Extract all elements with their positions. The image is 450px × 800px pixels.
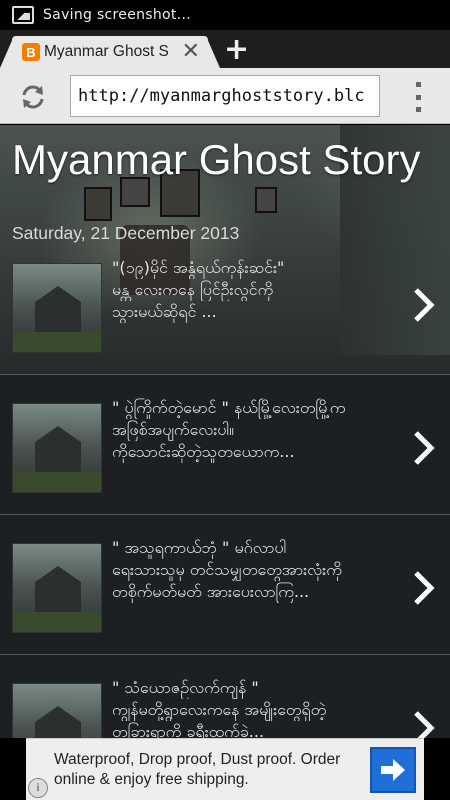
status-bar: Saving screenshot... <box>0 0 450 30</box>
close-tab-icon[interactable]: ✕ <box>182 41 200 63</box>
chevron-right-icon[interactable] <box>412 570 436 606</box>
ad-text[interactable]: Waterproof, Drop proof, Dust proof. Orde… <box>54 750 364 790</box>
overflow-menu-icon[interactable] <box>414 82 422 112</box>
post-item[interactable]: " ပွဲကြိုက်တဲ့မောင် " နယ်မြို့လေးတမြို့က… <box>0 375 450 515</box>
post-thumbnail[interactable] <box>12 543 102 633</box>
browser-toolbar: http://myanmarghoststory.blc <box>0 68 450 124</box>
ad-banner[interactable]: Waterproof, Drop proof, Dust proof. Orde… <box>26 738 424 800</box>
blog-title[interactable]: Myanmar Ghost Story <box>12 136 420 184</box>
arrow-right-icon <box>381 759 405 781</box>
blogger-icon: B <box>22 43 40 61</box>
address-bar[interactable]: http://myanmarghoststory.blc <box>70 75 380 117</box>
post-snippet[interactable]: " အသူရကာယ်ဘုံ " မဂ်လာပါ ရေးသားသူမှ တင်သမ… <box>112 537 402 603</box>
reload-icon[interactable] <box>20 84 46 110</box>
chevron-right-icon[interactable] <box>412 287 436 323</box>
ad-arrow-button[interactable] <box>370 747 416 793</box>
new-tab-icon[interactable]: + <box>224 35 249 65</box>
post-snippet[interactable]: "(၁၉)မိုင် အနွံရယ်ကုန်းဆင်း" မန္တ လေးကနေ… <box>112 257 402 323</box>
post-thumbnail[interactable] <box>12 683 102 738</box>
web-page: Myanmar Ghost Story Saturday, 21 Decembe… <box>0 125 450 738</box>
post-item[interactable]: " သံယောဇဉ်လက်ကျန် " ကျွန်မတို့ရွာလေးကနေ … <box>0 655 450 738</box>
browser-tab[interactable]: B Myanmar Ghost S ✕ <box>12 36 208 68</box>
post-snippet[interactable]: " ပွဲကြိုက်တဲ့မောင် " နယ်မြို့လေးတမြို့က… <box>112 397 402 463</box>
url-text: http://myanmarghoststory.blc <box>78 86 365 106</box>
ad-info-icon[interactable]: i <box>28 778 48 798</box>
tab-title: Myanmar Ghost S <box>44 43 169 60</box>
tab-strip: B Myanmar Ghost S ✕ + <box>0 30 450 68</box>
post-item[interactable]: "(၁၉)မိုင် အနွံရယ်ကုန်းဆင်း" မန္တ လေးကနေ… <box>0 235 450 375</box>
post-item[interactable]: " အသူရကာယ်ဘုံ " မဂ်လာပါ ရေးသားသူမှ တင်သမ… <box>0 515 450 655</box>
image-icon <box>12 6 34 24</box>
post-thumbnail[interactable] <box>12 403 102 493</box>
chevron-right-icon[interactable] <box>412 430 436 466</box>
status-notification: Saving screenshot... <box>43 7 191 23</box>
post-thumbnail[interactable] <box>12 263 102 353</box>
chevron-right-icon[interactable] <box>412 710 436 738</box>
post-snippet[interactable]: " သံယောဇဉ်လက်ကျန် " ကျွန်မတို့ရွာလေးကနေ … <box>112 677 402 738</box>
